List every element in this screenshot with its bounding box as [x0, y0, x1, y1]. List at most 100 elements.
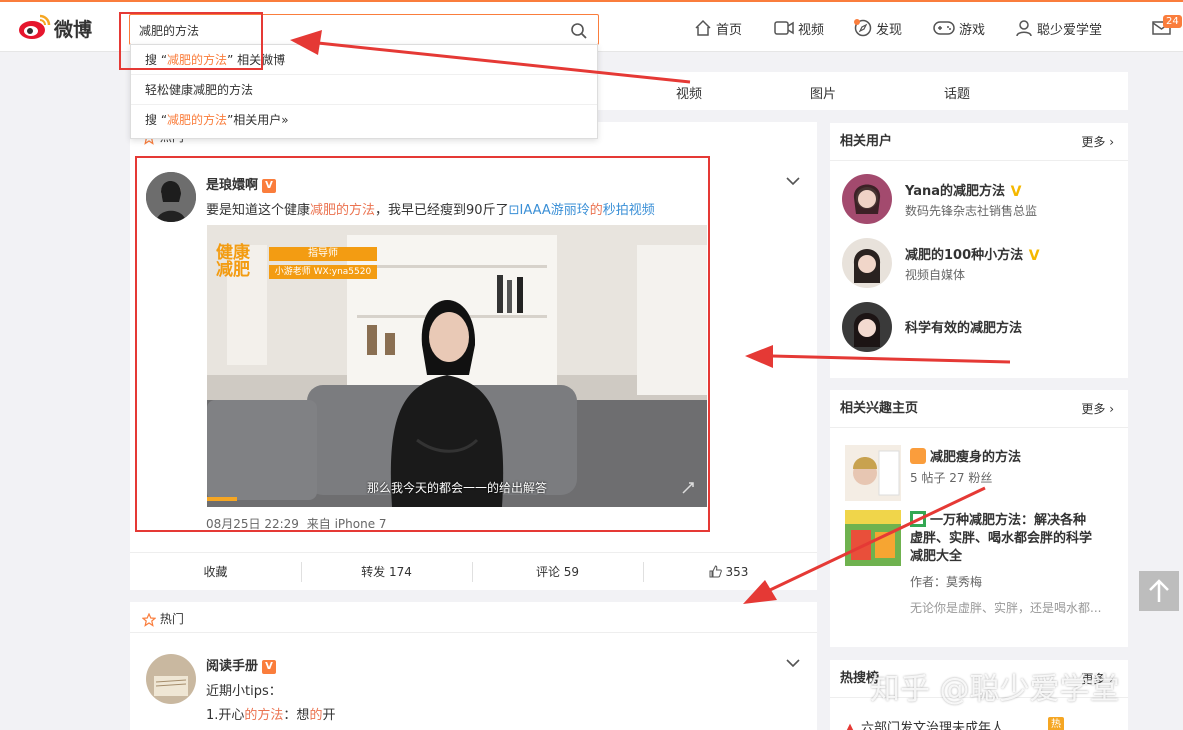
- suggestion-keyword: 减肥的方法: [167, 53, 228, 67]
- interest-pages-more[interactable]: 更多 ›: [1081, 390, 1114, 428]
- mail-count-badge: 24: [1163, 15, 1182, 28]
- favorite-button[interactable]: 收藏: [130, 553, 301, 591]
- topic-icon: [910, 448, 926, 464]
- post-text: 要是知道这个健康减肥的方法，我早已经瘦到90斤了⊡IAAA游丽玲的秒拍视频: [206, 203, 655, 218]
- suggestion-related-weibo[interactable]: 搜 “减肥的方法” 相关微博: [131, 45, 597, 75]
- search-input[interactable]: [139, 20, 559, 40]
- thumbs-up-icon: [709, 565, 722, 578]
- verified-badge-icon: V: [1028, 247, 1040, 264]
- interest-thumb-2[interactable]: [845, 510, 901, 566]
- video-banner-role: 指导师: [269, 247, 377, 261]
- post-time[interactable]: 08月25日 22:29: [206, 517, 299, 531]
- nav-discover[interactable]: 发现: [854, 2, 902, 54]
- suggestion-prefix: 搜 “: [145, 53, 168, 67]
- gamepad-icon: [933, 21, 955, 35]
- chevron-down-icon[interactable]: [786, 658, 800, 668]
- video-banner-contact: 小游老师 WX:yna5520: [269, 265, 377, 279]
- user-avatar[interactable]: [842, 238, 892, 288]
- suggestion-healthy[interactable]: 轻松健康减肥的方法: [131, 75, 597, 105]
- nav-mail[interactable]: [1152, 2, 1176, 54]
- link-icon: ⊡: [508, 203, 520, 218]
- arrow-up-icon: [1149, 579, 1169, 602]
- result-tabs: 视频 图片 话题: [598, 72, 1128, 110]
- user-avatar[interactable]: [842, 302, 892, 352]
- hot-label: 热门: [141, 610, 184, 627]
- related-user-3[interactable]: 科学有效的减肥方法: [842, 302, 1122, 354]
- search-box[interactable]: [129, 14, 599, 45]
- interest-stats-1: 5 帖子 27 粉丝: [910, 471, 993, 485]
- nav-video[interactable]: 视频: [774, 2, 824, 54]
- author-name[interactable]: 是琅嬛啊 V: [206, 174, 277, 193]
- nav-profile[interactable]: 聪少爱学堂: [1015, 2, 1102, 54]
- logo-text: 微博: [54, 19, 93, 41]
- scroll-to-top-button[interactable]: [1139, 571, 1179, 611]
- related-user-2[interactable]: 减肥的100种小方法 V 视频自媒体: [842, 238, 1122, 290]
- post-source: 来自 iPhone 7: [306, 517, 387, 531]
- watermark: 知乎 @聪少爱学堂: [870, 672, 1120, 707]
- user-name[interactable]: Yana的减肥方法 V: [905, 180, 1023, 199]
- author-name[interactable]: 阅读手册 V: [206, 655, 277, 674]
- discover-dot: [854, 19, 860, 25]
- weibo-logo[interactable]: 微博: [18, 12, 102, 44]
- fullscreen-icon[interactable]: [681, 481, 695, 495]
- tab-video[interactable]: 视频: [676, 83, 702, 102]
- post-actions: 收藏 转发 174 评论 59 353: [130, 552, 817, 590]
- post-meta: 08月25日 22:29 来自 iPhone 7: [206, 515, 387, 532]
- chevron-down-icon[interactable]: [786, 176, 800, 186]
- verified-badge-icon: V: [1010, 183, 1022, 200]
- video-link[interactable]: 秒拍视频: [603, 203, 655, 218]
- hot-rank-icon: ▲: [845, 721, 855, 730]
- interest-pages-title: 相关兴趣主页 更多 ›: [830, 390, 1128, 428]
- like-button[interactable]: 353: [643, 553, 814, 591]
- suggestion-related-users[interactable]: 搜 “减肥的方法”相关用户»: [131, 105, 597, 135]
- user-name[interactable]: 科学有效的减肥方法: [905, 317, 1022, 336]
- author-avatar[interactable]: [146, 654, 196, 704]
- search-suggestions: 搜 “减肥的方法” 相关微博 轻松健康减肥的方法 搜 “减肥的方法”相关用户»: [130, 44, 598, 139]
- user-name[interactable]: 减肥的100种小方法 V: [905, 244, 1041, 263]
- interest-name-2[interactable]: 一万种减肥方法：解决各种 虚胖、实胖、喝水都会胖的科学 减肥大全: [910, 511, 1120, 566]
- post-text-line1: 近期小tips：: [206, 684, 282, 699]
- related-user-1[interactable]: Yana的减肥方法 V 数码先锋杂志社销售总监: [842, 174, 1122, 226]
- user-avatar[interactable]: [842, 174, 892, 224]
- tab-topics[interactable]: 话题: [944, 83, 970, 102]
- suggestion-suffix: ”相关用户»: [227, 113, 289, 127]
- post-card-2: 热门 阅读手册 V 近期小tips： 1.开心的方法：想的开: [130, 602, 817, 730]
- hot-badge: 热: [1048, 717, 1064, 730]
- nav-game-label: 游戏: [959, 22, 986, 38]
- hot-search-item-1[interactable]: ▲ 六部门发文治理未成年人: [845, 717, 1004, 730]
- user-desc: 视频自媒体: [905, 268, 966, 282]
- like-count: 353: [725, 565, 749, 579]
- post-text-line2: 1.开心的方法：想的开: [206, 708, 336, 723]
- related-users-title: 相关用户 更多 ›: [830, 123, 1128, 161]
- comment-button[interactable]: 评论 59: [472, 553, 643, 591]
- nav-home-label: 首页: [716, 22, 743, 38]
- suggestion-text: 轻松健康减肥的方法: [145, 83, 254, 97]
- section-label: 热门: [159, 612, 184, 626]
- interest-thumb-1[interactable]: [845, 445, 901, 501]
- nav-home[interactable]: 首页: [694, 2, 742, 54]
- tab-images[interactable]: 图片: [810, 83, 836, 102]
- suggestion-keyword: 减肥的方法: [167, 113, 228, 127]
- nav-discover-label: 发现: [876, 22, 903, 38]
- home-icon: [695, 19, 711, 36]
- interest-excerpt-2: 无论你是虚胖、实胖，还是喝水都...: [910, 601, 1102, 615]
- author-avatar[interactable]: [146, 172, 196, 222]
- repost-button[interactable]: 转发 174: [301, 553, 472, 591]
- weibo-eye-icon: [19, 14, 51, 39]
- verified-badge-icon: V: [262, 178, 277, 193]
- interest-name-1[interactable]: 减肥瘦身的方法: [910, 446, 1021, 465]
- video-banner-title: 健康减肥: [216, 243, 250, 280]
- user-icon: [1016, 20, 1032, 37]
- video-subtitle: 那么我今天的都会一一的给出解答: [366, 481, 547, 495]
- video-player[interactable]: 健康减肥 指导师 小游老师 WX:yna5520 那么我今天的都会一一的给出解答: [207, 225, 707, 507]
- user-desc: 数码先锋杂志社销售总监: [905, 204, 1038, 218]
- verified-badge-icon: V: [262, 659, 277, 674]
- book-icon: [910, 511, 926, 527]
- star-icon: [141, 612, 157, 627]
- author-link[interactable]: IAAA游丽玲: [519, 203, 589, 218]
- suggestion-suffix: ” 相关微博: [227, 53, 286, 67]
- related-users-more[interactable]: 更多 ›: [1081, 123, 1114, 161]
- nav-game[interactable]: 游戏: [933, 2, 985, 54]
- interest-author-2: 作者：莫秀梅: [910, 575, 983, 589]
- search-icon[interactable]: [570, 22, 588, 40]
